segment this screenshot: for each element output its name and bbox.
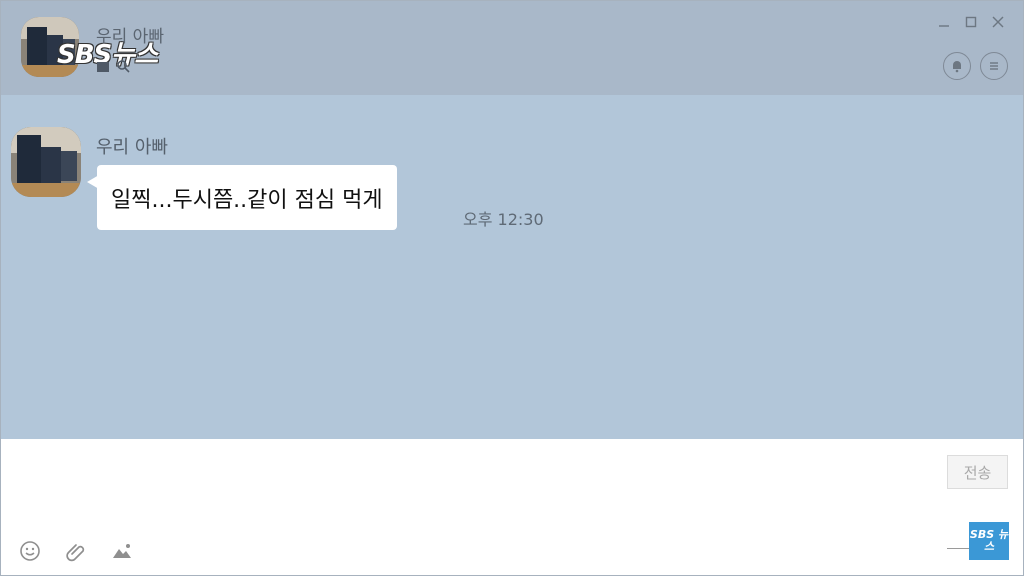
chat-title: 우리 아빠 [96, 27, 164, 47]
chat-window: SBS뉴스 우리 아빠 우리 아빠 일찍...두시쯤..같이 점심 먹게 오후 … [0, 0, 1024, 576]
message-bubble[interactable]: 일찍...두시쯤..같이 점심 먹게 [97, 165, 397, 230]
maximize-icon[interactable] [962, 15, 980, 33]
header-sub-icons [96, 59, 130, 73]
search-icon[interactable] [116, 59, 130, 73]
attachment-icon[interactable] [65, 540, 87, 562]
send-button[interactable]: 전송 [947, 455, 1008, 489]
divider-line [947, 548, 969, 549]
message-text: 일찍...두시쯤..같이 점심 먹게 [111, 187, 383, 213]
image-icon[interactable] [111, 540, 133, 562]
close-icon[interactable] [989, 15, 1007, 33]
bell-icon[interactable] [943, 52, 971, 80]
message-input-area[interactable]: 전송 [1, 439, 1023, 575]
message-sender: 우리 아빠 [96, 137, 168, 158]
emoji-icon[interactable] [19, 540, 41, 562]
folder-icon[interactable] [96, 59, 110, 73]
sender-avatar[interactable] [11, 127, 81, 197]
chat-header: SBS뉴스 우리 아빠 [1, 1, 1023, 95]
watermark-logo: SBS 뉴스 [969, 522, 1009, 560]
minimize-icon[interactable] [935, 15, 953, 33]
message-time: 오후 12:30 [463, 210, 544, 229]
chat-area[interactable]: 우리 아빠 일찍...두시쯤..같이 점심 먹게 오후 12:30 [1, 95, 1023, 439]
menu-icon[interactable] [980, 52, 1008, 80]
